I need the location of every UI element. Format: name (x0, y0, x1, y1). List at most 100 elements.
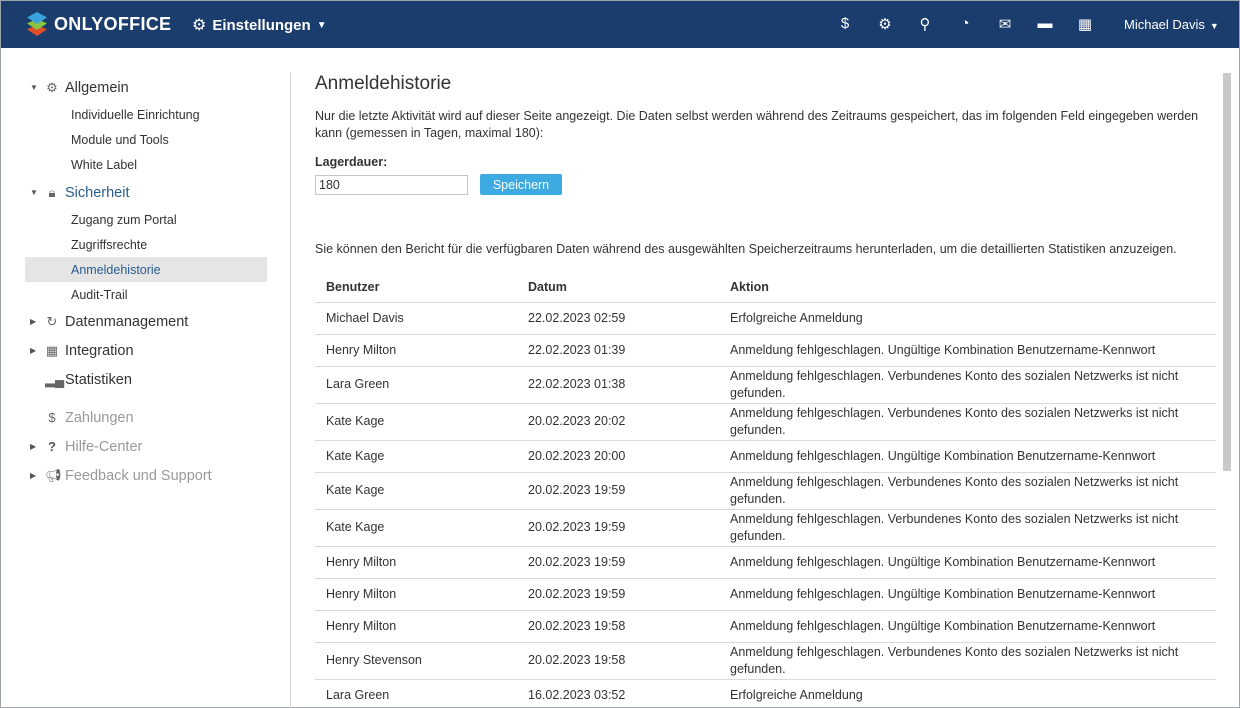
main-content: Anmeldehistorie Nur die letzte Aktivität… (315, 73, 1216, 708)
table-row: Kate Kage 20.02.2023 20:02 Anmeldung fehlg… (315, 403, 1216, 441)
sidebar-section-feedback[interactable]: ▶ 📢︎ Feedback und Support (25, 461, 267, 490)
chat-icon[interactable]: ▬ (1025, 15, 1065, 33)
megaphone-icon: 📢︎ (45, 467, 62, 483)
cell-user[interactable]: Henry Stevenson (315, 642, 517, 680)
cell-action: Anmeldung fehlgeschlagen. Verbundenes Ko… (719, 472, 1216, 510)
cell-action: Erfolgreiche Anmeldung (719, 302, 1216, 335)
cell-date: 20.02.2023 20:02 (517, 403, 719, 441)
table-row: Lara Green 16.02.2023 03:52 Erfolgreiche A… (315, 679, 1216, 708)
cell-action: Anmeldung fehlgeschlagen. Verbundenes Ko… (719, 403, 1216, 441)
page-title: Anmeldehistorie (315, 73, 452, 94)
top-navigation-bar: ONLYOFFICE ⚙ Einstellungen ▼ $ ⚙ ⚲ ◔ ✉ ▬… (1, 1, 1239, 48)
table-row: Henry Milton 20.02.2023 19:59 Anmeldung fe… (315, 578, 1216, 611)
module-selector[interactable]: ⚙ Einstellungen ▼ (192, 15, 327, 35)
cell-user[interactable]: Henry Milton (315, 546, 517, 579)
sidebar-section-allgemein[interactable]: ▼ ⚙ Allgemein (25, 73, 267, 102)
column-header-datum: Datum (517, 273, 719, 303)
lock-icon: 🔒︎ (48, 184, 56, 200)
cell-action: Anmeldung fehlgeschlagen. Verbundenes Ko… (719, 642, 1216, 680)
cell-action: Anmeldung fehlgeschlagen. Ungültige Komb… (719, 578, 1216, 611)
sidebar-section-datenmanagement[interactable]: ▶ ↻ Datenmanagement (25, 307, 267, 336)
cell-user[interactable]: Kate Kage (315, 440, 517, 473)
sidebar-section-hilfe-center[interactable]: ▶ ? Hilfe-Center (25, 432, 267, 461)
save-button[interactable]: Speichern (480, 174, 562, 195)
sidebar-section-statistiken[interactable]: ▂▄ Statistiken (25, 365, 267, 394)
table-row: Lara Green 22.02.2023 01:38 Anmeldung fehl… (315, 366, 1216, 404)
bar-chart-icon: ▂▄ (45, 371, 65, 387)
dollar-icon: $ (48, 410, 56, 425)
expand-arrow-icon: ▼ (30, 188, 38, 197)
sidebar-item-white-label[interactable]: White Label (25, 152, 267, 177)
cell-action: Anmeldung fehlgeschlagen. Ungültige Komb… (719, 610, 1216, 643)
chevron-down-icon: ▼ (316, 19, 327, 31)
sidebar-section-sicherheit[interactable]: ▼ 🔒︎ Sicherheit (25, 178, 267, 207)
sidebar-section-label: Statistiken (65, 371, 132, 388)
sidebar-section-zahlungen[interactable]: $ Zahlungen (25, 403, 267, 432)
payments-icon[interactable]: $ (825, 15, 865, 33)
sidebar-item-zugang-zum-portal[interactable]: Zugang zum Portal (25, 207, 267, 232)
expand-arrow-icon: ▼ (30, 83, 38, 92)
cell-user[interactable]: Lara Green (315, 679, 517, 708)
cell-user[interactable]: Michael Davis (315, 302, 517, 335)
cell-action: Anmeldung fehlgeschlagen. Verbundenes Ko… (719, 366, 1216, 404)
expand-arrow-icon: ▶ (30, 346, 37, 355)
mail-icon[interactable]: ✉ (985, 15, 1025, 33)
sidebar-item-individuelle-einrichtung[interactable]: Individuelle Einrichtung (25, 102, 267, 127)
column-header-benutzer: Benutzer (315, 273, 517, 303)
sidebar-item-audit-trail[interactable]: Audit-Trail (25, 282, 267, 307)
sidebar-section-label: Sicherheit (65, 184, 130, 201)
cell-user[interactable]: Kate Kage (315, 403, 517, 441)
calendar-icon[interactable]: ▦ (1065, 15, 1105, 33)
cell-action: Anmeldung fehlgeschlagen. Verbundenes Ko… (719, 509, 1216, 547)
cell-user[interactable]: Kate Kage (315, 509, 517, 547)
cell-user[interactable]: Henry Milton (315, 578, 517, 611)
expand-arrow-icon: ▶ (30, 471, 37, 480)
cell-date: 20.02.2023 20:00 (517, 440, 719, 473)
table-row: Henry Milton 20.02.2023 19:58 Anmeldung fe… (315, 610, 1216, 643)
sidebar-section-label: Hilfe-Center (65, 438, 143, 455)
sidebar-divider (290, 73, 291, 708)
cell-user[interactable]: Henry Milton (315, 610, 517, 643)
cell-date: 20.02.2023 19:59 (517, 546, 719, 579)
user-menu[interactable]: Michael Davis ▼ (1124, 17, 1219, 32)
logo-icon (25, 12, 49, 36)
report-description: Sie können den Bericht für die verfügbar… (315, 242, 1177, 256)
page-description: Nur die letzte Aktivität wird auf dieser… (315, 109, 1199, 140)
onlyoffice-logo[interactable]: ONLYOFFICE (25, 12, 171, 36)
storage-label: Lagerdauer: (315, 155, 388, 169)
cell-date: 20.02.2023 19:58 (517, 642, 719, 680)
table-row: Henry Milton 22.02.2023 01:39 Anmeldung fe… (315, 334, 1216, 367)
gear-icon: ⚙ (192, 17, 207, 34)
sidebar-section-integration[interactable]: ▶ ▦ Integration (25, 336, 267, 365)
sidebar-section-label: Integration (65, 342, 134, 359)
storage-period-input[interactable] (315, 174, 468, 195)
column-header-aktion: Aktion (719, 273, 1216, 303)
scrollbar[interactable] (1223, 73, 1231, 471)
login-history-table: Benutzer Datum Aktion Michael Davis 22.02… (315, 273, 1216, 708)
expand-arrow-icon: ▶ (30, 442, 37, 451)
sidebar-section-label: Zahlungen (65, 409, 134, 426)
settings-icon[interactable]: ⚙ (865, 15, 905, 33)
search-icon[interactable]: ⚲ (905, 15, 945, 33)
grid-icon: ▦ (45, 342, 59, 358)
cell-date: 20.02.2023 19:58 (517, 610, 719, 643)
cell-date: 22.02.2023 02:59 (517, 302, 719, 335)
sidebar-item-zugriffsrechte[interactable]: Zugriffsrechte (25, 232, 267, 257)
sidebar-section-label: Datenmanagement (65, 313, 189, 330)
sidebar-section-label: Feedback und Support (65, 467, 212, 484)
feed-icon[interactable]: ◔ (945, 15, 985, 33)
table-row: Kate Kage 20.02.2023 20:00 Anmeldung fehlg… (315, 440, 1216, 473)
sidebar-section-label: Allgemein (65, 79, 129, 96)
sidebar-item-module-und-tools[interactable]: Module und Tools (25, 127, 267, 152)
table-header-row: Benutzer Datum Aktion (315, 273, 1216, 303)
cell-date: 22.02.2023 01:38 (517, 366, 719, 404)
cell-date: 16.02.2023 03:52 (517, 679, 719, 708)
table-row: Henry Stevenson 20.02.2023 19:58 Anmeldung… (315, 642, 1216, 680)
cell-user[interactable]: Kate Kage (315, 472, 517, 510)
restore-icon: ↻ (46, 313, 58, 329)
cell-action: Anmeldung fehlgeschlagen. Ungültige Komb… (719, 546, 1216, 579)
cell-user[interactable]: Lara Green (315, 366, 517, 404)
sidebar-item-anmeldehistorie[interactable]: Anmeldehistorie (25, 257, 267, 282)
cell-date: 20.02.2023 19:59 (517, 472, 719, 510)
cell-user[interactable]: Henry Milton (315, 334, 517, 367)
